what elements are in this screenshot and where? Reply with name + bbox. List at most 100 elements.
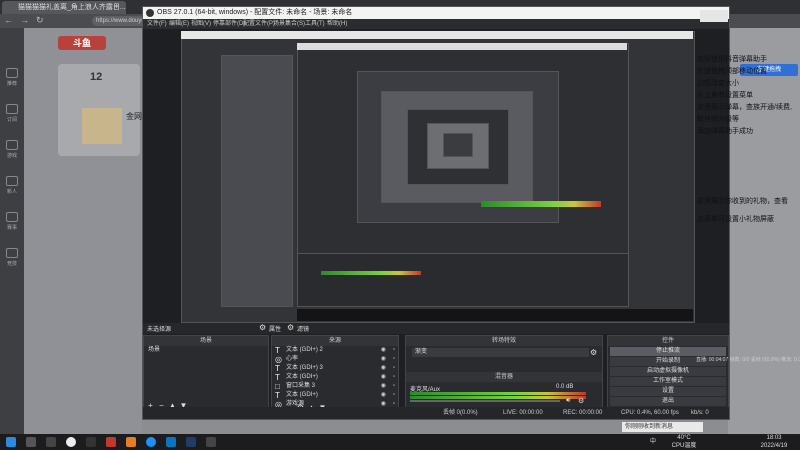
lock-icon[interactable]: ▫ bbox=[393, 364, 395, 373]
clock[interactable]: 18:03 2022/4/19 bbox=[752, 434, 796, 450]
nested-taskbar bbox=[297, 309, 693, 321]
edge-browser-icon[interactable] bbox=[146, 437, 156, 447]
menu-help[interactable]: 帮助(H) bbox=[327, 19, 347, 29]
follow-count: 12 bbox=[90, 71, 103, 83]
nav-icon bbox=[6, 68, 18, 78]
overlay-line: 边框改变大小 bbox=[697, 80, 739, 87]
overlay-line: 添加弹幕助手成功 bbox=[697, 128, 753, 135]
overlay-line: 欢迎使用抖音弹幕助手 bbox=[697, 56, 767, 63]
back-icon[interactable]: ← bbox=[4, 15, 13, 25]
text-source-icon: T bbox=[275, 391, 280, 400]
steam-icon[interactable] bbox=[186, 437, 196, 447]
menu-profile[interactable]: 配置文件(P) bbox=[243, 19, 275, 29]
exit-button[interactable]: 退出 bbox=[610, 397, 726, 406]
sources-header: 来源 bbox=[272, 336, 398, 346]
source-label: 窗口采集 3 bbox=[286, 383, 316, 389]
volume-slider[interactable] bbox=[410, 400, 560, 402]
studio-mode-button[interactable]: 工作室模式 bbox=[610, 377, 726, 386]
window-capture-icon: □ bbox=[275, 382, 280, 391]
browser-tab-title: 猫猫猫猫礼盖离_角上浪人齐露日... bbox=[18, 4, 126, 11]
source-label: 心率 bbox=[286, 356, 299, 362]
notification-toast[interactable]: 你刚刚收到新消息 bbox=[622, 422, 703, 432]
nav-item[interactable]: 订阅 bbox=[2, 104, 22, 123]
obs-menu-bar: 文件(F) 编辑(E) 视图(V) 停靠部件(D) 配置文件(P) 场景集合(S… bbox=[143, 19, 729, 29]
scene-item[interactable]: 场景 bbox=[144, 346, 268, 355]
app-icon[interactable] bbox=[106, 437, 116, 447]
source-item[interactable]: □ 窗口采集 3 ◉ ▫ bbox=[272, 382, 398, 391]
windows-start-icon[interactable] bbox=[6, 437, 16, 447]
avatar bbox=[82, 108, 122, 144]
source-item[interactable]: T 文本 (GDI+) ◉ ▫ bbox=[272, 391, 398, 400]
forward-icon[interactable]: → bbox=[20, 15, 29, 25]
stop-streaming-button[interactable]: 停止推流 bbox=[610, 347, 726, 356]
filters-button[interactable]: 滤镜 bbox=[297, 324, 309, 333]
properties-button[interactable]: 属性 bbox=[269, 324, 281, 333]
menu-docks[interactable]: 停靠部件(D) bbox=[213, 19, 245, 29]
weather-widget[interactable]: 40°C CPU温度 bbox=[664, 434, 704, 450]
scenes-dock: 场景 场景 + − ▲ ▼ bbox=[143, 335, 269, 415]
source-item[interactable]: ◎ 心率 ◉ ▫ bbox=[272, 355, 398, 364]
nav-item[interactable]: 新人 bbox=[2, 176, 22, 195]
visibility-icon[interactable]: ◉ bbox=[381, 355, 386, 364]
scenes-header: 场景 bbox=[144, 336, 268, 346]
source-item[interactable]: T 文本 (GDI+) ◉ ▫ bbox=[272, 373, 398, 382]
nav-item[interactable]: 游戏 bbox=[2, 140, 22, 159]
lock-icon[interactable]: ▫ bbox=[393, 391, 395, 400]
transition-settings-icon[interactable]: ⚙ bbox=[590, 348, 597, 357]
source-item[interactable]: T 文本 (GDI+) 2 ◉ ▫ bbox=[272, 346, 398, 355]
refresh-icon[interactable]: ↻ bbox=[36, 15, 44, 26]
source-label: 文本 (GDI+) 3 bbox=[286, 365, 323, 371]
gear-icon[interactable]: ⚙ bbox=[259, 323, 266, 332]
source-item[interactable]: T 文本 (GDI+) 3 ◉ ▫ bbox=[272, 364, 398, 373]
visibility-icon[interactable]: ◉ bbox=[381, 391, 386, 400]
nav-item[interactable]: 赛事 bbox=[2, 212, 22, 231]
visibility-icon[interactable]: ◉ bbox=[381, 346, 386, 355]
obs-app-icon[interactable] bbox=[66, 437, 76, 447]
visibility-icon[interactable]: ◉ bbox=[381, 382, 386, 391]
nav-item[interactable]: 竞技 bbox=[2, 248, 22, 267]
app-icon[interactable] bbox=[86, 437, 96, 447]
search-icon[interactable] bbox=[26, 437, 36, 447]
lock-icon[interactable]: ▫ bbox=[393, 355, 395, 364]
nav-icon bbox=[6, 176, 18, 186]
lock-icon[interactable]: ▫ bbox=[393, 373, 395, 382]
speaker-icon[interactable]: 🔊︎ bbox=[566, 397, 570, 405]
menu-tools[interactable]: 工具(T) bbox=[305, 19, 325, 29]
nav-label: 推荐 bbox=[6, 81, 17, 87]
clock-date: 2022/4/19 bbox=[760, 443, 788, 449]
overlay-topbar bbox=[700, 10, 728, 22]
visibility-icon[interactable]: ◉ bbox=[381, 373, 386, 382]
menu-file[interactable]: 文件(F) bbox=[147, 19, 167, 29]
menu-edit[interactable]: 编辑(E) bbox=[169, 19, 189, 29]
lock-icon[interactable]: ▫ bbox=[393, 346, 395, 355]
app-icon[interactable] bbox=[166, 437, 176, 447]
streamer-name: 金网 bbox=[126, 112, 142, 121]
new-tab-icon[interactable]: + bbox=[114, 1, 124, 11]
overlay-line: 右上角有设置菜单 bbox=[697, 92, 753, 99]
obs-preview[interactable] bbox=[181, 31, 695, 323]
nav-item[interactable]: 推荐 bbox=[2, 68, 22, 87]
filter-icon[interactable]: ⚙ bbox=[287, 323, 294, 332]
settings-button[interactable]: 设置 bbox=[610, 387, 726, 396]
app-icon[interactable] bbox=[206, 437, 216, 447]
ime-indicator[interactable]: 中 bbox=[650, 434, 656, 450]
task-view-icon[interactable] bbox=[46, 437, 56, 447]
nav-label: 游戏 bbox=[6, 153, 17, 159]
visibility-icon[interactable]: ◉ bbox=[381, 364, 386, 373]
obs-title: OBS 27.0.1 (64-bit, windows) - 配置文件: 未命名… bbox=[157, 9, 353, 16]
nav-label: 竞技 bbox=[6, 261, 17, 267]
web-content-right bbox=[728, 28, 800, 434]
nested-left-panel bbox=[221, 55, 293, 307]
mixer-settings-icon[interactable]: ⚙ bbox=[578, 397, 584, 405]
menu-scene-collection[interactable]: 场景集合(S) bbox=[273, 19, 305, 29]
site-logo: 斗鱼 bbox=[58, 36, 106, 50]
app-icon[interactable] bbox=[126, 437, 136, 447]
overlay-line: 点菜单可设置小礼物屏蔽 bbox=[697, 216, 774, 223]
overlay-line: 这里展示你收到的礼物，查看 bbox=[697, 198, 788, 205]
browser-tab-active[interactable]: 猫猫猫猫礼盖离_角上浪人齐露日... bbox=[2, 1, 126, 14]
menu-view[interactable]: 视图(V) bbox=[191, 19, 211, 29]
transition-select[interactable]: 渐变 bbox=[412, 348, 589, 357]
virtual-camera-button[interactable]: 启动虚拟摄像机 bbox=[610, 367, 726, 376]
obs-status-bar: 丢帧 0(0.0%) LIVE: 00:00:00 REC: 00:00:00 … bbox=[143, 407, 729, 419]
lock-icon[interactable]: ▫ bbox=[393, 382, 395, 391]
